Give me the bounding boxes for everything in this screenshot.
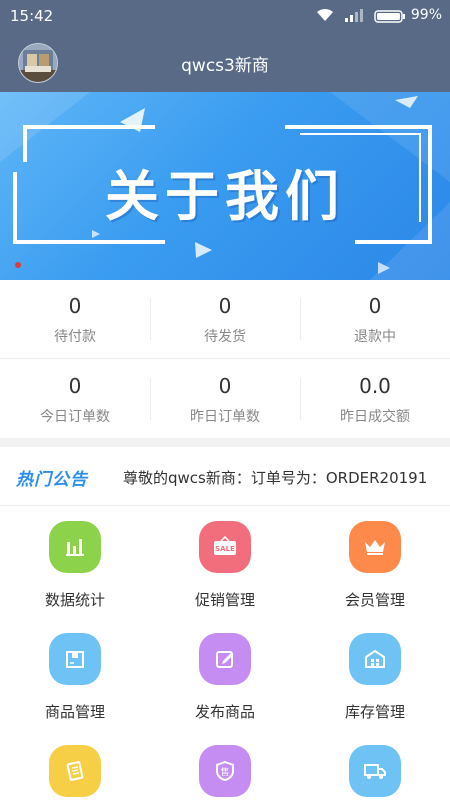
divider: [0, 505, 450, 506]
menu-item-publish-product[interactable]: 发布商品: [150, 633, 300, 722]
divider: [150, 298, 151, 340]
divider: [300, 378, 301, 420]
svg-text:SALE: SALE: [215, 545, 235, 553]
box-icon: [49, 633, 101, 685]
battery-percent: 99%: [410, 7, 442, 23]
menu-label: 库存管理: [344, 703, 405, 721]
page-title: qwcs3新商: [181, 56, 269, 76]
menu-item-products[interactable]: 商品管理: [0, 633, 150, 722]
stats-panel: 0 待付款 0 待发货 0 退款中 0 今日订单数 0 昨日订单数 0.0 昨日…: [0, 280, 450, 438]
menu-item-orders[interactable]: [0, 745, 150, 797]
stat-pending-payment[interactable]: 0 待付款: [0, 294, 150, 346]
stat-refunding[interactable]: 0 退款中: [300, 294, 450, 346]
edit-icon: [199, 633, 251, 685]
menu-item-members[interactable]: 会员管理: [300, 521, 450, 610]
menu-item-after-sale[interactable]: 售: [150, 745, 300, 797]
stat-value: 0: [218, 294, 232, 318]
menu-item-promotion[interactable]: SALE 促销管理: [150, 521, 300, 610]
hot-notice-tag: 热门公告: [16, 470, 88, 490]
sale-tag-icon: SALE: [199, 521, 251, 573]
signal-icon: [345, 9, 363, 22]
menu-label: 商品管理: [44, 703, 105, 721]
stat-yesterday-orders[interactable]: 0 昨日订单数: [150, 374, 300, 426]
stat-today-orders[interactable]: 0 今日订单数: [0, 374, 150, 426]
menu-item-data-stats[interactable]: 数据统计: [0, 521, 150, 610]
stat-label: 昨日成交额: [340, 409, 410, 425]
carousel-indicator-dot: [15, 262, 21, 268]
crown-icon: [349, 521, 401, 573]
menu-label: 会员管理: [344, 591, 405, 609]
status-bar: 15:42 99%: [0, 0, 450, 32]
stat-label: 待发货: [204, 329, 246, 345]
menu-label: 发布商品: [194, 703, 255, 721]
app-header: qwcs3新商: [0, 32, 450, 92]
warehouse-icon: [349, 633, 401, 685]
about-us-banner[interactable]: 关于我们: [0, 92, 450, 280]
menu-label: 数据统计: [44, 591, 105, 609]
stat-pending-shipment[interactable]: 0 待发货: [150, 294, 300, 346]
battery-icon: [374, 10, 405, 23]
document-icon: [49, 745, 101, 797]
stat-yesterday-turnover[interactable]: 0.0 昨日成交额: [300, 374, 450, 426]
status-time: 15:42: [10, 7, 54, 25]
notice-bar[interactable]: 热门公告 尊敬的qwcs新商：订单号为：ORDER20191: [0, 447, 450, 505]
notice-text[interactable]: 尊敬的qwcs新商：订单号为：ORDER20191: [123, 467, 427, 488]
stat-label: 昨日订单数: [190, 409, 260, 425]
stat-label: 今日订单数: [40, 409, 110, 425]
stat-value: 0: [68, 374, 82, 398]
bar-chart-icon: [49, 521, 101, 573]
divider: [0, 358, 450, 359]
stat-value: 0: [218, 374, 232, 398]
section-gap: [0, 438, 450, 447]
menu-item-logistics[interactable]: [300, 745, 450, 797]
truck-icon: [349, 745, 401, 797]
stat-value: 0: [368, 294, 382, 318]
stat-label: 退款中: [354, 329, 396, 345]
shield-sale-icon: 售: [199, 745, 251, 797]
banner-title: 关于我们: [105, 165, 345, 228]
menu-item-inventory[interactable]: 库存管理: [300, 633, 450, 722]
wifi-icon: [317, 8, 333, 21]
stat-label: 待付款: [54, 329, 96, 345]
menu-label: 促销管理: [194, 591, 255, 609]
stat-value: 0: [68, 294, 82, 318]
stat-value: 0.0: [359, 374, 391, 398]
svg-text:售: 售: [220, 766, 229, 778]
divider: [150, 378, 151, 420]
divider: [300, 298, 301, 340]
